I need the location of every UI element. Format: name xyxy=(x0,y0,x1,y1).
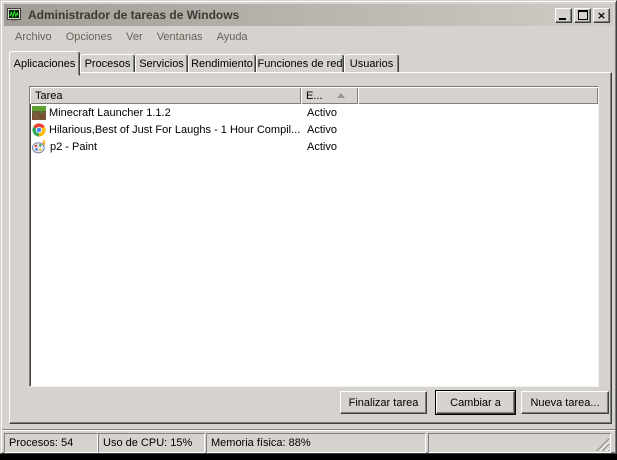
column-label: E... xyxy=(306,89,323,102)
column-label: Tarea xyxy=(35,89,63,102)
tab-procesos[interactable]: Procesos xyxy=(80,54,135,74)
sort-asc-icon xyxy=(336,93,345,98)
end-task-button[interactable]: Finalizar tarea xyxy=(340,391,427,414)
task-name: Minecraft Launcher 1.1.2 xyxy=(49,106,171,119)
status-physical-memory: Memoria física: 88% xyxy=(206,433,426,453)
menu-ayuda[interactable]: Ayuda xyxy=(210,29,255,45)
menu-archivo[interactable]: Archivo xyxy=(8,29,59,45)
menu-opciones[interactable]: Opciones xyxy=(59,29,119,45)
minimize-button[interactable] xyxy=(555,7,572,23)
column-header-tarea[interactable]: Tarea xyxy=(30,87,301,104)
tab-usuarios[interactable]: Usuarios xyxy=(344,54,399,74)
tab-aplicaciones[interactable]: Aplicaciones xyxy=(9,51,80,76)
menu-bar: Archivo Opciones Ver Ventanas Ayuda xyxy=(4,26,613,47)
minecraft-icon xyxy=(32,105,46,120)
window-title: Administrador de tareas de Windows xyxy=(28,8,240,22)
tab-servicios[interactable]: Servicios xyxy=(135,54,188,74)
menu-ventanas[interactable]: Ventanas xyxy=(150,29,210,45)
table-row[interactable]: p2 - Paint Activo xyxy=(30,138,598,155)
status-cell: Activo xyxy=(307,106,337,119)
close-button[interactable]: × xyxy=(593,7,610,23)
task-name: Hilarious,Best of Just For Laughs - 1 Ho… xyxy=(49,123,301,136)
resize-grip[interactable] xyxy=(596,438,609,451)
menu-ver[interactable]: Ver xyxy=(119,29,150,45)
task-cell: Hilarious,Best of Just For Laughs - 1 Ho… xyxy=(30,122,301,137)
task-list: Tarea E... Minecraft Launcher 1.1.2 Acti… xyxy=(29,86,599,387)
new-task-button[interactable]: Nueva tarea... xyxy=(521,391,609,414)
minimize-icon xyxy=(559,17,566,20)
task-name: p2 - Paint xyxy=(50,140,98,153)
titlebar[interactable]: Administrador de tareas de Windows × xyxy=(4,4,613,26)
switch-to-button[interactable]: Cambiar a xyxy=(436,391,515,414)
status-bar-separator xyxy=(2,429,615,431)
task-list-header: Tarea E... xyxy=(30,87,598,104)
close-icon: × xyxy=(596,8,607,22)
status-cell: Activo xyxy=(307,123,337,136)
task-cell: p2 - Paint xyxy=(30,139,301,154)
screen: Administrador de tareas de Windows × Arc… xyxy=(0,0,617,460)
chrome-icon xyxy=(32,122,46,137)
status-processes: Procesos: 54 xyxy=(4,433,98,453)
table-row[interactable]: Minecraft Launcher 1.1.2 Activo xyxy=(30,104,598,121)
maximize-icon xyxy=(577,10,588,20)
tab-rendimiento[interactable]: Rendimiento xyxy=(188,54,256,74)
column-header-filler xyxy=(358,87,598,104)
table-row[interactable]: Hilarious,Best of Just For Laughs - 1 Ho… xyxy=(30,121,598,138)
status-cell: Activo xyxy=(307,140,337,153)
task-manager-window: Administrador de tareas de Windows × Arc… xyxy=(0,0,617,454)
status-filler-panel xyxy=(428,433,611,453)
tab-funciones-de-red[interactable]: Funciones de red xyxy=(256,54,344,74)
maximize-button[interactable] xyxy=(574,7,591,23)
status-cpu-usage: Uso de CPU: 15% xyxy=(98,433,205,453)
task-cell: Minecraft Launcher 1.1.2 xyxy=(30,105,301,120)
column-header-estado[interactable]: E... xyxy=(301,87,358,104)
task-manager-icon xyxy=(7,7,23,23)
paint-icon xyxy=(32,139,46,154)
window-controls: × xyxy=(555,7,610,23)
